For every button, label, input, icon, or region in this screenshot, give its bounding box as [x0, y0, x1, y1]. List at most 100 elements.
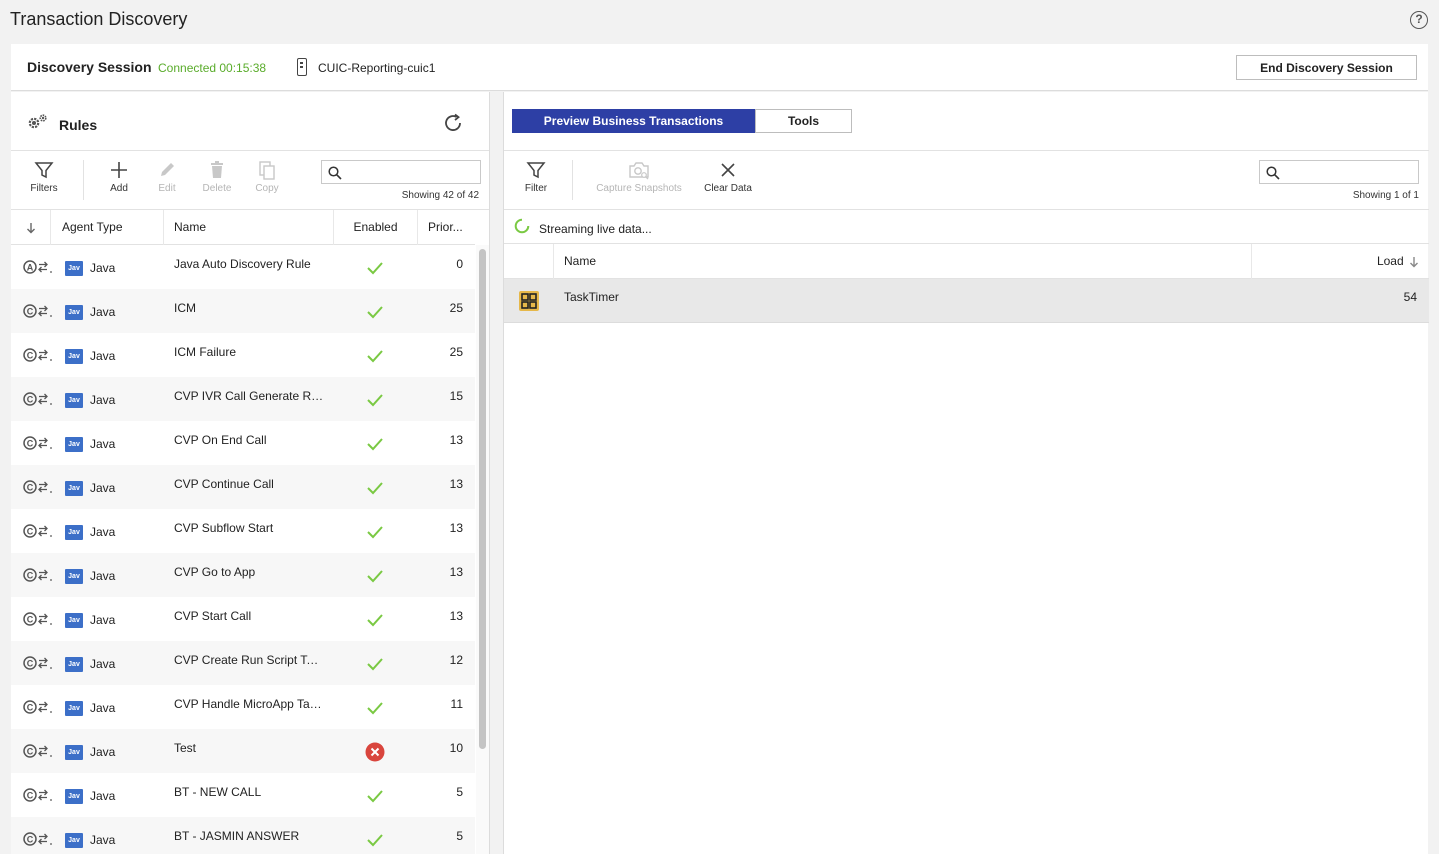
agent-type: Java: [90, 613, 116, 627]
java-agent-icon: Jav: [65, 701, 83, 716]
table-row[interactable]: C Jav Java BT - JASMIN ANSWER 5: [11, 817, 475, 854]
table-row[interactable]: C Jav Java ICM 25: [11, 289, 475, 333]
rule-type-icon: C: [23, 304, 52, 318]
table-row[interactable]: C Jav Java CVP Go to App 13: [11, 553, 475, 597]
rule-type-icon: C: [23, 568, 52, 582]
capture-snapshots-button[interactable]: Capture Snapshots: [589, 160, 689, 202]
rule-type-letter: C: [27, 483, 34, 493]
java-agent-icon: Jav: [65, 481, 83, 496]
delete-rule-button[interactable]: Delete: [192, 160, 242, 202]
rules-title: Rules: [59, 117, 98, 133]
java-agent-icon: Jav: [65, 657, 83, 672]
transaction-row[interactable]: TaskTimer 54: [504, 279, 1429, 323]
agent-type: Java: [90, 349, 116, 363]
tx-name-column-header[interactable]: Name: [554, 244, 1252, 279]
name-column-header[interactable]: Name: [164, 210, 334, 245]
table-row[interactable]: C Jav Java CVP Subflow Start 13: [11, 509, 475, 553]
rule-name: CVP Handle MicroApp Tas...: [174, 697, 324, 711]
panel-splitter[interactable]: [489, 92, 502, 854]
rule-type-icon: C: [23, 656, 52, 670]
check-icon: [365, 566, 385, 586]
rule-name: BT - JASMIN ANSWER: [174, 829, 300, 843]
add-label: Add: [110, 183, 128, 194]
delete-label: Delete: [202, 183, 232, 194]
rule-type-icon: C: [23, 480, 52, 494]
clear-data-button[interactable]: Clear Data: [700, 160, 756, 202]
tab-tools[interactable]: Tools: [755, 109, 852, 133]
page-header: Transaction Discovery ?: [0, 0, 1439, 44]
tab-preview-business-transactions[interactable]: Preview Business Transactions: [512, 109, 755, 133]
transaction-load: 54: [1403, 290, 1417, 304]
rules-scrollbar-thumb[interactable]: [479, 249, 486, 749]
rule-type-letter: C: [27, 703, 34, 713]
filters-button[interactable]: Filters: [19, 160, 69, 202]
rule-type-letter: C: [27, 439, 34, 449]
preview-search-input[interactable]: [1284, 163, 1414, 181]
table-row[interactable]: C Jav Java CVP IVR Call Generate Res... 15: [11, 377, 475, 421]
enabled-column-header[interactable]: Enabled: [334, 210, 418, 245]
java-agent-icon: Jav: [65, 437, 83, 452]
rule-priority: 12: [449, 653, 463, 667]
rule-priority: 10: [449, 741, 463, 755]
rule-type-letter: C: [27, 571, 34, 581]
edit-label: Edit: [158, 183, 176, 194]
filter-icon: [526, 162, 546, 179]
load-column-header[interactable]: Load: [1252, 244, 1429, 279]
rules-search[interactable]: [321, 160, 481, 184]
check-icon: [365, 786, 385, 806]
session-status: Connected 00:15:38: [158, 61, 267, 75]
agent-type: Java: [90, 525, 116, 539]
rule-type-letter: C: [27, 747, 34, 757]
priority-column-header[interactable]: Prior...: [418, 210, 475, 245]
java-agent-icon: Jav: [65, 349, 83, 364]
check-icon: [365, 654, 385, 674]
table-row[interactable]: C Jav Java CVP Handle MicroApp Tas... 11: [11, 685, 475, 729]
rule-type-icon: C: [23, 832, 52, 846]
table-row[interactable]: C Jav Java CVP Create Run Script Task 12: [11, 641, 475, 685]
java-agent-icon: Jav: [65, 305, 83, 320]
filter-button[interactable]: Filter: [511, 160, 561, 202]
camera-icon: [629, 162, 649, 180]
rule-priority: 13: [449, 521, 463, 535]
check-icon: [365, 302, 385, 322]
filter-icon: [34, 162, 54, 179]
preview-search[interactable]: [1259, 160, 1419, 184]
table-row[interactable]: C Jav Java CVP On End Call 13: [11, 421, 475, 465]
sort-column-header[interactable]: [11, 210, 51, 245]
table-row[interactable]: C Jav Java Test 10: [11, 729, 475, 773]
rule-name: Java Auto Discovery Rule: [174, 257, 311, 271]
agent-type: Java: [90, 745, 116, 759]
rule-priority: 13: [449, 609, 463, 623]
icon-column-header: [504, 244, 554, 279]
help-icon[interactable]: ?: [1410, 11, 1428, 29]
rules-toolbar: Filters Add Edit Delete Copy Showing 42 …: [11, 152, 489, 210]
rule-type-icon: C: [23, 392, 52, 406]
device-icon: [297, 58, 307, 76]
rules-search-input[interactable]: [346, 163, 476, 181]
java-agent-icon: Jav: [65, 261, 83, 276]
transaction-name: TaskTimer: [564, 290, 619, 304]
rule-name: BT - NEW CALL: [174, 785, 262, 799]
table-row[interactable]: C Jav Java ICM Failure 25: [11, 333, 475, 377]
filters-label: Filters: [30, 183, 58, 194]
end-discovery-session-button[interactable]: End Discovery Session: [1236, 55, 1417, 80]
streaming-text: Streaming live data...: [539, 222, 652, 236]
arrow-down-icon: [1410, 256, 1418, 268]
table-row[interactable]: C Jav Java BT - NEW CALL 5: [11, 773, 475, 817]
add-rule-button[interactable]: Add: [94, 160, 144, 202]
copy-rule-button[interactable]: Copy: [242, 160, 292, 202]
arrow-down-icon: [26, 222, 35, 234]
table-row[interactable]: C Jav Java CVP Continue Call 13: [11, 465, 475, 509]
rule-priority: 25: [449, 301, 463, 315]
agent-type-column-header[interactable]: Agent Type: [51, 210, 164, 245]
agent-type: Java: [90, 833, 116, 847]
table-row[interactable]: C Jav Java CVP Start Call 13: [11, 597, 475, 641]
rule-type-letter: C: [27, 791, 34, 801]
edit-rule-button[interactable]: Edit: [142, 160, 192, 202]
refresh-icon[interactable]: [442, 112, 464, 134]
rule-priority: 11: [450, 697, 463, 711]
table-row[interactable]: A Jav Java Java Auto Discovery Rule 0: [11, 245, 475, 289]
rule-type-letter: C: [27, 395, 34, 405]
rule-priority: 13: [449, 565, 463, 579]
agent-type: Java: [90, 789, 116, 803]
